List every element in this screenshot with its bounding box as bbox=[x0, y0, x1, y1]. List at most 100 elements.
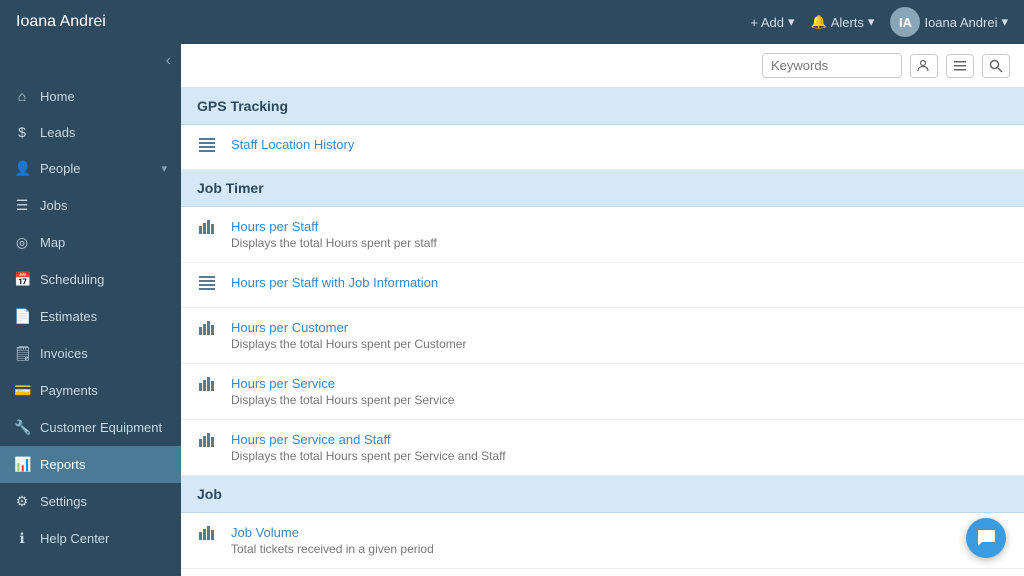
report-item-content: Hours per Service and Staff Displays the… bbox=[231, 432, 506, 463]
sidebar-collapse-area: ‹ bbox=[0, 44, 181, 78]
report-item-desc: Total tickets received in a given period bbox=[231, 542, 434, 556]
sidebar-item-home[interactable]: ⌂ Home bbox=[0, 78, 181, 114]
sidebar-item-map[interactable]: ◎ Map bbox=[0, 224, 181, 261]
report-item-content: Hours per Customer Displays the total Ho… bbox=[231, 320, 466, 351]
invoices-icon: 🗒 bbox=[14, 345, 30, 362]
hours-per-staff-job-info-link[interactable]: Hours per Staff with Job Information bbox=[231, 275, 438, 290]
settings-icon: ⚙ bbox=[14, 493, 30, 510]
gps-tracking-header: GPS Tracking bbox=[181, 88, 1024, 125]
sidebar-item-label: Invoices bbox=[40, 346, 88, 361]
list-item[interactable]: Hours per Customer Displays the total Ho… bbox=[181, 308, 1024, 364]
topbar-right: + Add ▾ 🔔 Alerts ▾ IA Ioana Andrei ▾ bbox=[750, 7, 1008, 37]
sidebar-collapse-button[interactable]: ‹ bbox=[166, 52, 171, 70]
sidebar-item-invoices[interactable]: 🗒 Invoices bbox=[0, 335, 181, 372]
sidebar-item-help-center[interactable]: ℹ Help Center bbox=[0, 520, 181, 557]
sidebar-item-label: Reports bbox=[40, 457, 86, 472]
bell-icon: 🔔 bbox=[811, 14, 827, 30]
bar-chart-icon bbox=[197, 526, 217, 545]
sidebar-item-leads[interactable]: $ Leads bbox=[0, 114, 181, 150]
report-item-content: Staff Location History bbox=[231, 137, 354, 152]
jobs-icon: ☰ bbox=[14, 197, 30, 214]
sidebar-item-settings[interactable]: ⚙ Settings bbox=[0, 483, 181, 520]
search-input[interactable] bbox=[762, 53, 902, 78]
list-item[interactable]: Unconverted to Job Leads Displays leads … bbox=[181, 569, 1024, 576]
report-item-content: Hours per Staff with Job Information bbox=[231, 275, 438, 290]
list-icon bbox=[953, 59, 967, 73]
search-button[interactable] bbox=[982, 54, 1010, 78]
estimates-icon: 📄 bbox=[14, 308, 30, 325]
sidebar-item-customer-equipment[interactable]: 🔧 Customer Equipment bbox=[0, 409, 181, 446]
main-toolbar bbox=[181, 44, 1024, 88]
job-volume-link[interactable]: Job Volume bbox=[231, 525, 299, 540]
report-item-content: Hours per Staff Displays the total Hours… bbox=[231, 219, 437, 250]
sidebar-item-reports[interactable]: 📊 Reports bbox=[0, 446, 181, 483]
chat-icon bbox=[976, 528, 996, 548]
list-item[interactable]: Hours per Service and Staff Displays the… bbox=[181, 420, 1024, 476]
hours-per-staff-link[interactable]: Hours per Staff bbox=[231, 219, 318, 234]
sidebar-item-payments[interactable]: 💳 Payments bbox=[0, 372, 181, 409]
report-item-desc: Displays the total Hours spent per Servi… bbox=[231, 449, 506, 463]
list-item[interactable]: Hours per Staff Displays the total Hours… bbox=[181, 207, 1024, 263]
bar-chart-icon bbox=[197, 433, 217, 452]
bar-chart-icon bbox=[197, 220, 217, 239]
search-icon bbox=[989, 59, 1003, 73]
home-icon: ⌂ bbox=[14, 88, 30, 104]
sidebar-item-label: Customer Equipment bbox=[40, 420, 162, 435]
add-chevron-icon: ▾ bbox=[788, 14, 795, 30]
topbar-title: Ioana Andrei bbox=[16, 13, 106, 31]
user-menu-button[interactable]: IA Ioana Andrei ▾ bbox=[890, 7, 1008, 37]
scheduling-icon: 📅 bbox=[14, 271, 30, 288]
list-view-button[interactable] bbox=[946, 54, 974, 78]
report-item-desc: Displays the total Hours spent per Servi… bbox=[231, 393, 454, 407]
report-item-desc: Displays the total Hours spent per Custo… bbox=[231, 337, 466, 351]
sidebar: ‹ ⌂ Home $ Leads 👤 People ▾ ☰ Jobs ◎ Map… bbox=[0, 44, 181, 576]
report-item-content: Hours per Service Displays the total Hou… bbox=[231, 376, 454, 407]
job-timer-header: Job Timer bbox=[181, 170, 1024, 207]
list-icon bbox=[197, 138, 217, 157]
hours-per-service-link[interactable]: Hours per Service bbox=[231, 376, 335, 391]
staff-location-history-link[interactable]: Staff Location History bbox=[231, 137, 354, 152]
wrench-icon: 🔧 bbox=[14, 419, 30, 436]
hours-per-service-staff-link[interactable]: Hours per Service and Staff bbox=[231, 432, 390, 447]
person-search-icon-button[interactable] bbox=[910, 54, 938, 78]
user-label: Ioana Andrei bbox=[924, 15, 997, 30]
list-item[interactable]: Hours per Staff with Job Information bbox=[181, 263, 1024, 308]
job-timer-section: Job Timer Hours per Staff Displays the t… bbox=[181, 170, 1024, 476]
people-chevron-icon: ▾ bbox=[161, 162, 167, 175]
sidebar-item-label: Home bbox=[40, 89, 75, 104]
map-icon: ◎ bbox=[14, 234, 30, 251]
alerts-label: Alerts bbox=[831, 15, 864, 30]
hours-per-customer-link[interactable]: Hours per Customer bbox=[231, 320, 348, 335]
payments-icon: 💳 bbox=[14, 382, 30, 399]
list-item[interactable]: Staff Location History bbox=[181, 125, 1024, 170]
main-content: GPS Tracking Staff Location History Job … bbox=[181, 44, 1024, 576]
sidebar-item-label: Map bbox=[40, 235, 65, 250]
alerts-chevron-icon: ▾ bbox=[868, 14, 875, 30]
avatar: IA bbox=[890, 7, 920, 37]
bar-chart-icon bbox=[197, 377, 217, 396]
gps-tracking-section: GPS Tracking Staff Location History bbox=[181, 88, 1024, 170]
chat-bubble-button[interactable] bbox=[966, 518, 1006, 558]
alerts-button[interactable]: 🔔 Alerts ▾ bbox=[811, 14, 875, 30]
list-item[interactable]: Hours per Service Displays the total Hou… bbox=[181, 364, 1024, 420]
add-button[interactable]: + Add ▾ bbox=[750, 14, 794, 30]
bar-chart-icon bbox=[197, 321, 217, 340]
sidebar-item-label: Help Center bbox=[40, 531, 109, 546]
sidebar-item-label: People bbox=[40, 161, 80, 176]
sidebar-item-label: Payments bbox=[40, 383, 98, 398]
list-item[interactable]: Job Volume Total tickets received in a g… bbox=[181, 513, 1024, 569]
job-header: Job bbox=[181, 476, 1024, 513]
people-icon: 👤 bbox=[14, 160, 30, 177]
sidebar-item-label: Settings bbox=[40, 494, 87, 509]
reports-content: GPS Tracking Staff Location History Job … bbox=[181, 88, 1024, 576]
sidebar-item-scheduling[interactable]: 📅 Scheduling bbox=[0, 261, 181, 298]
sidebar-item-people[interactable]: 👤 People ▾ bbox=[0, 150, 181, 187]
report-item-content: Job Volume Total tickets received in a g… bbox=[231, 525, 434, 556]
sidebar-item-jobs[interactable]: ☰ Jobs bbox=[0, 187, 181, 224]
info-icon: ℹ bbox=[14, 530, 30, 547]
report-item-desc: Displays the total Hours spent per staff bbox=[231, 236, 437, 250]
sidebar-item-estimates[interactable]: 📄 Estimates bbox=[0, 298, 181, 335]
add-label: + Add bbox=[750, 15, 784, 30]
topbar: Ioana Andrei + Add ▾ 🔔 Alerts ▾ IA Ioana… bbox=[0, 0, 1024, 44]
reports-icon: 📊 bbox=[14, 456, 30, 473]
